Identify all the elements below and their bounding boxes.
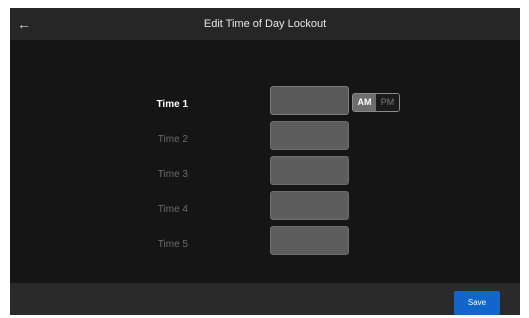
save-button[interactable]: Save: [454, 291, 500, 315]
page-title: Edit Time of Day Lockout: [203, 18, 327, 30]
time-2-input[interactable]: [270, 121, 349, 150]
lockout-screen: Edit Time of Day Lockout ← Time 1 AM PM …: [10, 8, 520, 315]
pm-option[interactable]: PM: [376, 94, 399, 111]
am-pm-toggle[interactable]: AM PM: [352, 93, 400, 112]
back-arrow-icon[interactable]: ←: [14, 14, 34, 34]
time-1-label: Time 1: [156, 99, 189, 110]
time-2-label: Time 2: [157, 134, 188, 145]
time-1-input[interactable]: [270, 86, 349, 115]
footer-bar: [10, 283, 520, 315]
time-4-input[interactable]: [270, 191, 349, 220]
time-5-input[interactable]: [270, 226, 349, 255]
time-4-label: Time 4: [157, 204, 188, 215]
time-3-label: Time 3: [157, 169, 188, 180]
time-5-label: Time 5: [157, 239, 188, 250]
header-bar: Edit Time of Day Lockout ←: [10, 8, 520, 40]
am-option[interactable]: AM: [353, 94, 376, 111]
time-3-input[interactable]: [270, 156, 349, 185]
